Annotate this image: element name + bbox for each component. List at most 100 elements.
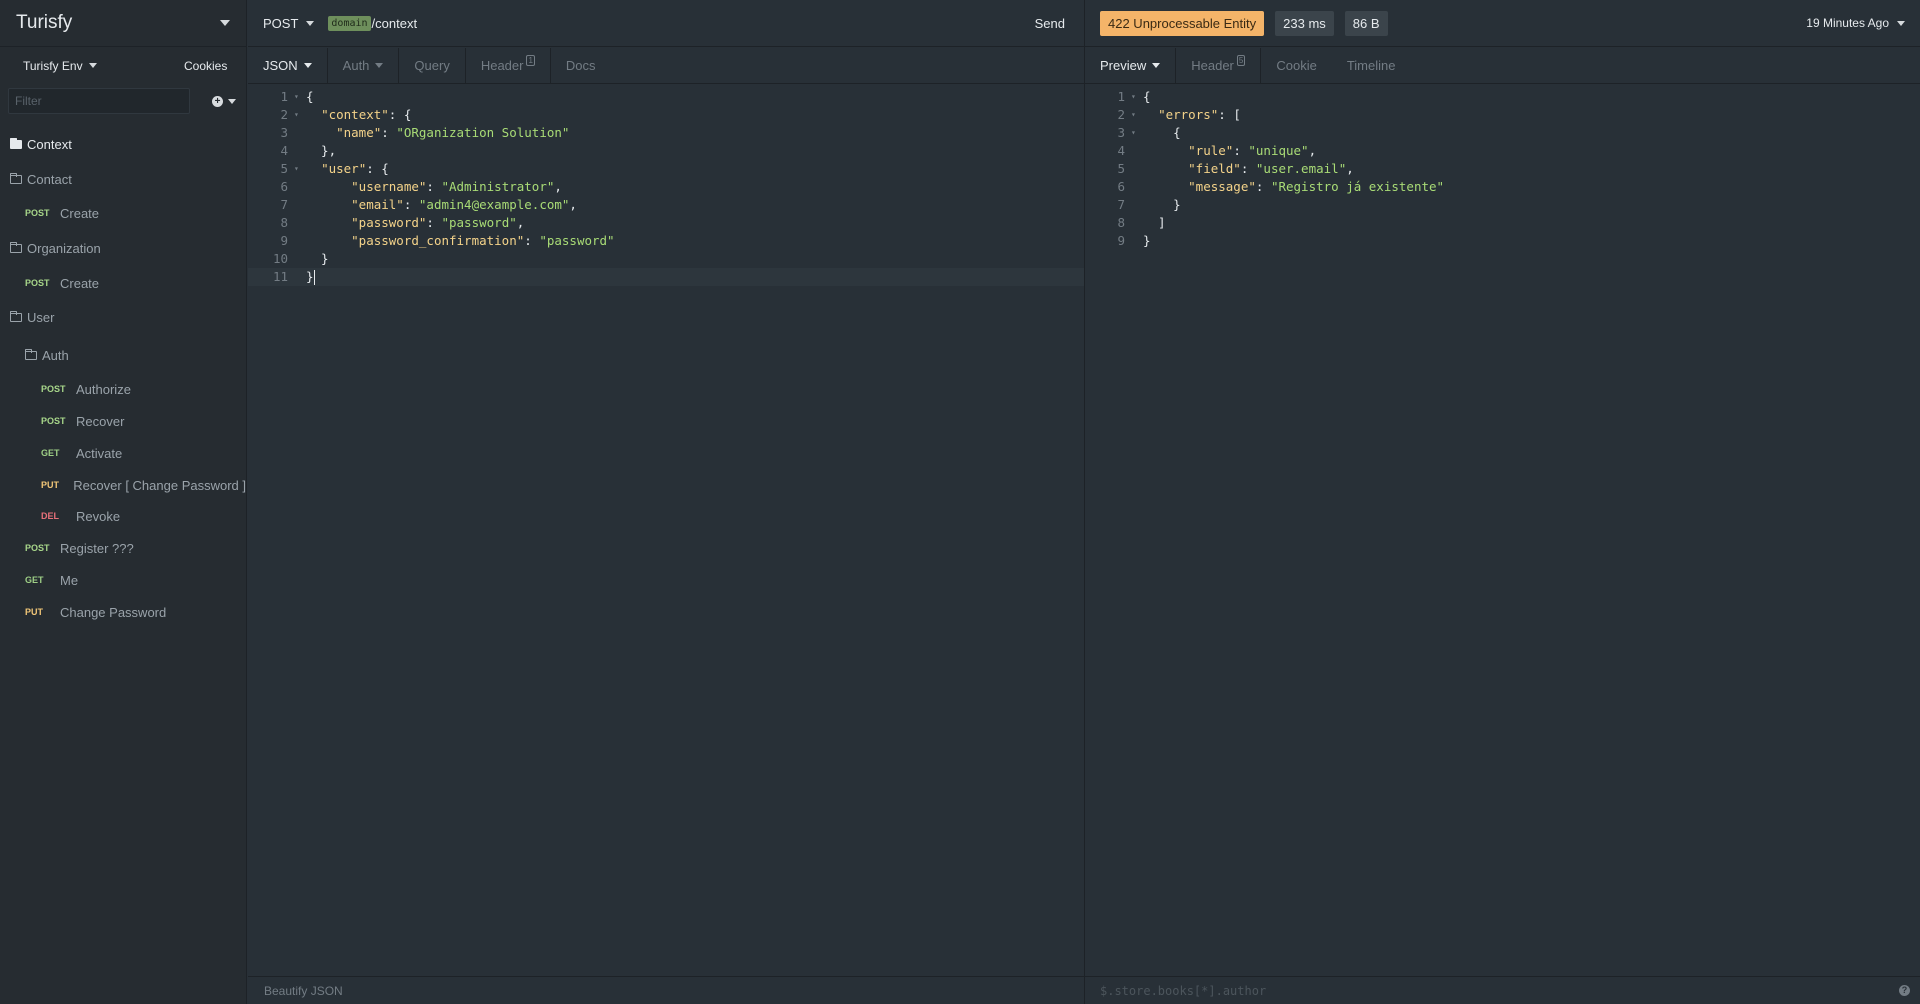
filter-input[interactable] (8, 88, 190, 114)
request-item[interactable]: POST Register ??? (0, 540, 246, 556)
request-name: Change Password (60, 604, 167, 620)
send-button[interactable]: Send (1035, 16, 1065, 31)
request-body-editor[interactable]: 1 ▾{2 ▾ "context": {3 "name": "ORganizatio… (248, 88, 1084, 286)
line-number: 5 (1117, 161, 1125, 176)
code-line: 3 ▾ { (1085, 124, 1920, 142)
workspace-title: Turisfy (16, 12, 73, 33)
chevron-down-icon[interactable] (220, 20, 230, 26)
beautify-json-button[interactable]: Beautify JSON (264, 984, 343, 998)
request-item[interactable]: POST Authorize (0, 381, 246, 397)
request-name: Me (60, 572, 79, 588)
fold-toggle-icon[interactable]: ▾ (292, 160, 306, 178)
request-item[interactable]: PUT Recover [ Change Password ] (0, 477, 246, 493)
response-preview[interactable]: 1 ▾{2 ▾ "errors": [3 ▾ {4 "rule": "unique",… (1085, 88, 1920, 250)
code-text: { (1143, 89, 1151, 104)
env-variable-tag[interactable]: domain (328, 15, 371, 31)
fold-toggle-icon[interactable]: ▾ (292, 106, 306, 124)
folder-item[interactable]: User (0, 309, 246, 325)
request-item[interactable]: GET Me (0, 572, 246, 588)
response-tabs: Preview Header 5 Cookie Timeline (1085, 47, 1920, 84)
request-name: Create (60, 205, 100, 221)
tab-auth[interactable]: Auth (328, 47, 400, 84)
response-filter-input[interactable] (1100, 983, 1800, 998)
request-item[interactable]: POST Recover (0, 413, 246, 429)
tab-query[interactable]: Query (399, 47, 466, 84)
code-line: 2 ▾ "context": { (248, 106, 1084, 124)
response-size-badge: 86 B (1344, 10, 1388, 36)
method-badge: PUT (25, 607, 43, 617)
line-number: 2 (280, 107, 288, 122)
request-name: Create (60, 275, 100, 291)
method-badge: DEL (41, 511, 59, 521)
code-text: } (306, 269, 315, 285)
tab-preview[interactable]: Preview (1085, 47, 1177, 84)
folder-item[interactable]: Auth (0, 347, 246, 363)
line-number: 3 (1117, 125, 1125, 140)
line-number: 4 (280, 143, 288, 158)
request-item[interactable]: PUT Change Password (0, 604, 246, 620)
url-input[interactable]: /context (372, 16, 418, 31)
folder-item[interactable]: Contact (0, 171, 246, 187)
request-item[interactable]: DEL Revoke (0, 508, 246, 524)
tab-cookie[interactable]: Cookie (1261, 48, 1331, 84)
code-text: } (1143, 233, 1151, 248)
code-text: } (306, 251, 329, 266)
folder-item[interactable]: Context (0, 136, 246, 152)
tab-label: Cookie (1276, 58, 1317, 73)
method-selector[interactable]: POST (263, 16, 315, 31)
code-text: "username": "Administrator", (351, 179, 562, 194)
request-item[interactable]: POST Create (0, 275, 246, 291)
fold-toggle-icon[interactable]: ▾ (1129, 124, 1143, 142)
fold-toggle-icon[interactable]: ▾ (1129, 106, 1143, 124)
tab-timeline[interactable]: Timeline (1332, 48, 1411, 84)
tab-label: Preview (1100, 58, 1147, 73)
folder-icon (25, 348, 37, 360)
code-text: "message": "Registro já existente" (1188, 179, 1445, 194)
fold-toggle-icon[interactable]: ▾ (292, 88, 306, 106)
history-dropdown[interactable]: 19 Minutes Ago (1806, 16, 1905, 30)
request-name: Recover (76, 413, 125, 429)
sidebar: Turisfy Turisfy Env Cookies + Context Con… (0, 0, 247, 1004)
code-line: 6 "username": "Administrator", (248, 178, 1084, 196)
code-line: 1 ▾{ (248, 88, 1084, 106)
request-item[interactable]: GET Activate (0, 445, 246, 461)
chevron-down-icon (228, 98, 236, 104)
line-number: 6 (280, 179, 288, 194)
code-text: "email": "admin4@example.com", (351, 197, 577, 212)
line-number: 2 (1117, 107, 1125, 122)
method-badge: POST (41, 416, 66, 426)
request-item[interactable]: POST Create (0, 205, 246, 221)
folder-item[interactable]: Organization (0, 240, 246, 256)
code-text: "user": { (321, 161, 389, 176)
fold-toggle-icon[interactable]: ▾ (1129, 88, 1143, 106)
environment-selector[interactable]: Turisfy Env (23, 59, 161, 73)
workspace-header[interactable]: Turisfy (0, 0, 246, 47)
request-footer: Beautify JSON (248, 976, 1084, 1004)
tab-label: Timeline (1346, 58, 1396, 73)
folder-name: Contact (27, 171, 72, 187)
tab-header[interactable]: Header 1 (466, 47, 551, 84)
tab-response-header[interactable]: Header 5 (1176, 47, 1262, 84)
tab-json[interactable]: JSON (248, 47, 328, 84)
line-number: 3 (280, 125, 288, 140)
add-request-button[interactable]: + (212, 95, 236, 107)
code-line: 10 } (248, 250, 1084, 268)
cookies-button[interactable]: Cookies (184, 59, 227, 73)
tab-docs[interactable]: Docs (551, 48, 611, 84)
line-number: 8 (280, 215, 288, 230)
method-badge: POST (25, 208, 50, 218)
method-badge: POST (41, 384, 66, 394)
line-number: 4 (1117, 143, 1125, 158)
text-cursor (313, 270, 315, 285)
folder-icon (10, 137, 22, 149)
method-badge: POST (25, 278, 50, 288)
method-badge: POST (25, 543, 50, 553)
code-text: "password": "password", (351, 215, 525, 230)
help-icon[interactable]: ? (1899, 985, 1910, 996)
